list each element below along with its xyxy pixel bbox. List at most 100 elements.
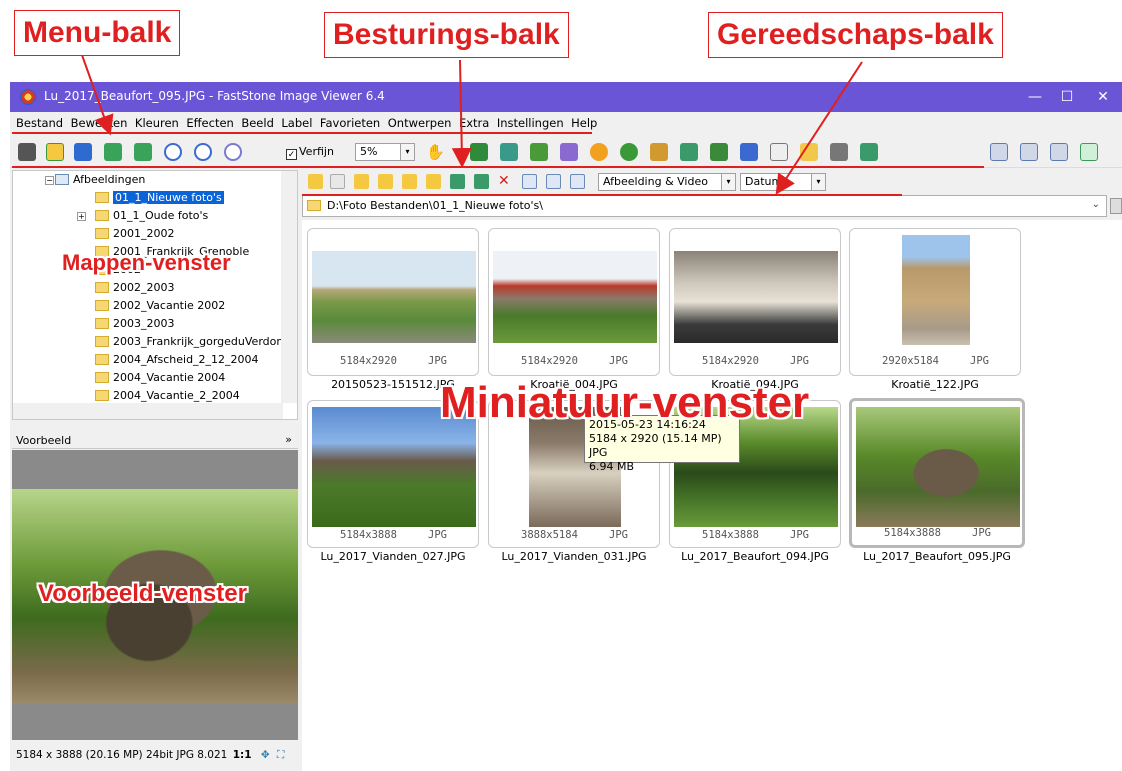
email-icon[interactable] (800, 143, 818, 161)
app-icon (20, 89, 36, 105)
menu-label[interactable]: Label (279, 112, 314, 130)
refresh-folder-icon[interactable] (378, 174, 393, 189)
thumbnail-pane[interactable]: 5184x2920 JPG 20150523-151512.JPG 5184x29… (302, 220, 1122, 771)
sort-dropdown-arrow[interactable]: ▾ (811, 174, 825, 190)
tree-item[interactable]: 2001_2002 (95, 227, 175, 244)
move-to-icon[interactable] (474, 174, 489, 189)
folder-icon (95, 318, 109, 329)
tree-horizontal-scrollbar[interactable] (13, 403, 283, 419)
new-folder-icon[interactable] (426, 174, 441, 189)
status-bar: 5184 x 3888 (20.16 MP) 24bit JPG 8.021 1… (12, 742, 298, 768)
thumbnail[interactable]: 5184x2920 JPG (488, 228, 660, 376)
list-view-icon[interactable] (546, 174, 561, 189)
menu-instellingen[interactable]: Instellingen (495, 112, 566, 130)
zoom-dropdown-arrow[interactable]: ▾ (400, 144, 414, 160)
delete-icon[interactable]: ✕ (498, 174, 513, 189)
camera-icon[interactable] (18, 143, 36, 161)
flip-icon[interactable] (710, 143, 728, 161)
expand-icon[interactable]: ⛶ (277, 749, 284, 761)
callout-menu-bar: Menu-balk (14, 10, 181, 56)
forward-icon[interactable] (330, 174, 345, 189)
menu-help[interactable]: Help (569, 112, 599, 130)
thumbnail[interactable]: 2920x5184 JPG (849, 228, 1021, 376)
folder-icon (307, 200, 321, 211)
rename-icon[interactable] (560, 143, 578, 161)
tree-item[interactable]: + 01_1_Oude foto's (77, 209, 208, 226)
menu-bestand[interactable]: Bestand (14, 112, 65, 130)
tree-item-label: 2004_Vacantie_2_2004 (113, 389, 240, 402)
thumbnail-image (674, 251, 838, 343)
up-folder-icon[interactable] (354, 174, 369, 189)
thumbnail[interactable]: 5184x2920 JPG (307, 228, 479, 376)
resize-icon[interactable] (740, 143, 758, 161)
print-icon[interactable] (830, 143, 848, 161)
zoom-out-icon[interactable] (194, 143, 212, 161)
menu-ontwerpen[interactable]: Ontwerpen (386, 112, 454, 130)
path-dropdown-icon[interactable]: ⌄ (1092, 199, 1100, 210)
tree-item[interactable]: 2004_Afscheid_2_12_2004 (95, 353, 259, 370)
crop-icon[interactable] (530, 143, 548, 161)
actual-size-icon[interactable] (224, 143, 242, 161)
title-bar[interactable]: Lu_2017_Beaufort_095.JPG - FastStone Ima… (10, 82, 1122, 112)
hand-tool-icon[interactable]: ✋ (426, 143, 445, 161)
details-view-icon[interactable] (570, 174, 585, 189)
zoom-in-icon[interactable] (164, 143, 182, 161)
menu-kleuren[interactable]: Kleuren (133, 112, 181, 130)
trash-icon[interactable] (1110, 198, 1122, 214)
previous-image-icon[interactable] (104, 143, 122, 161)
copy-to-icon[interactable] (450, 174, 465, 189)
folder-path-field[interactable]: D:\Foto Bestanden\01_1_Nieuwe foto's\ ⌄ (302, 195, 1107, 217)
refine-checkbox[interactable]: ✓ Verfijn (286, 145, 334, 160)
sort-select[interactable]: Datum ▾ (740, 173, 826, 191)
collapse-preview-button[interactable]: » (285, 433, 292, 446)
folder-tree-pane[interactable]: − Afbeeldingen 01_1_Nieuwe foto's + 01_1… (12, 170, 298, 420)
thumbnail-filename: Lu_2017_Vianden_027.JPG (320, 550, 466, 563)
settings-icon[interactable] (860, 143, 878, 161)
tree-item-nieuwe-fotos[interactable]: 01_1_Nieuwe foto's (95, 191, 224, 208)
folder-icon (95, 192, 109, 203)
fullscreen-icon[interactable] (1080, 143, 1098, 161)
filter-dropdown-arrow[interactable]: ▾ (721, 174, 735, 190)
ratio-button[interactable]: 1:1 (233, 749, 252, 761)
menu-extra[interactable]: Extra (457, 112, 491, 130)
thumbnail-selected[interactable]: 5184x3888 JPG (849, 398, 1025, 548)
next-image-icon[interactable] (134, 143, 152, 161)
layout-1-icon[interactable] (990, 143, 1008, 161)
tree-root[interactable]: − Afbeeldingen (45, 173, 145, 190)
file-filter-select[interactable]: Afbeelding & Video ▾ (598, 173, 736, 191)
thumbnail[interactable]: 5184x2920 JPG (669, 228, 841, 376)
refine-check-box[interactable]: ✓ (286, 149, 297, 160)
menu-effecten[interactable]: Effecten (184, 112, 235, 130)
tree-item[interactable]: 2003_Frankrijk_gorgeduVerdon (95, 335, 283, 352)
tree-item-label: 01_1_Nieuwe foto's (113, 191, 224, 204)
rotate-left-icon[interactable] (650, 143, 668, 161)
expand-toggle[interactable]: + (77, 212, 86, 221)
collapse-toggle[interactable]: − (45, 176, 54, 185)
menu-beeld[interactable]: Beeld (239, 112, 276, 130)
folder-icon (95, 300, 109, 311)
save-icon[interactable] (74, 143, 92, 161)
menu-bewerken[interactable]: Bewerken (69, 112, 130, 130)
compare-icon[interactable] (500, 143, 518, 161)
fit-icon[interactable]: ✥ (261, 749, 270, 761)
layout-2-icon[interactable] (1020, 143, 1038, 161)
tree-item[interactable]: 2003_2003 (95, 317, 175, 334)
tree-item[interactable]: 2002_2003 (95, 281, 175, 298)
menu-favorieten[interactable]: Favorieten (318, 112, 382, 130)
user-icon[interactable] (620, 143, 638, 161)
close-button[interactable]: ✕ (1080, 82, 1122, 112)
favorite-folder-icon[interactable] (402, 174, 417, 189)
adjust-icon[interactable] (590, 143, 608, 161)
tree-item[interactable]: 2002_Vacantie 2002 (95, 299, 225, 316)
zoom-select[interactable]: 5% ▾ (355, 143, 415, 161)
thumbnail-view-icon[interactable] (522, 174, 537, 189)
draw-icon[interactable] (770, 143, 788, 161)
tree-vertical-scrollbar[interactable] (281, 171, 297, 403)
layout-3-icon[interactable] (1050, 143, 1068, 161)
rotate-right-icon[interactable] (680, 143, 698, 161)
slideshow-icon[interactable] (470, 143, 488, 161)
back-icon[interactable] (308, 174, 323, 189)
open-folder-icon[interactable] (46, 143, 64, 161)
tree-item[interactable]: 2004_Vacantie 2004 (95, 371, 225, 388)
toolbar-underline (302, 194, 902, 196)
